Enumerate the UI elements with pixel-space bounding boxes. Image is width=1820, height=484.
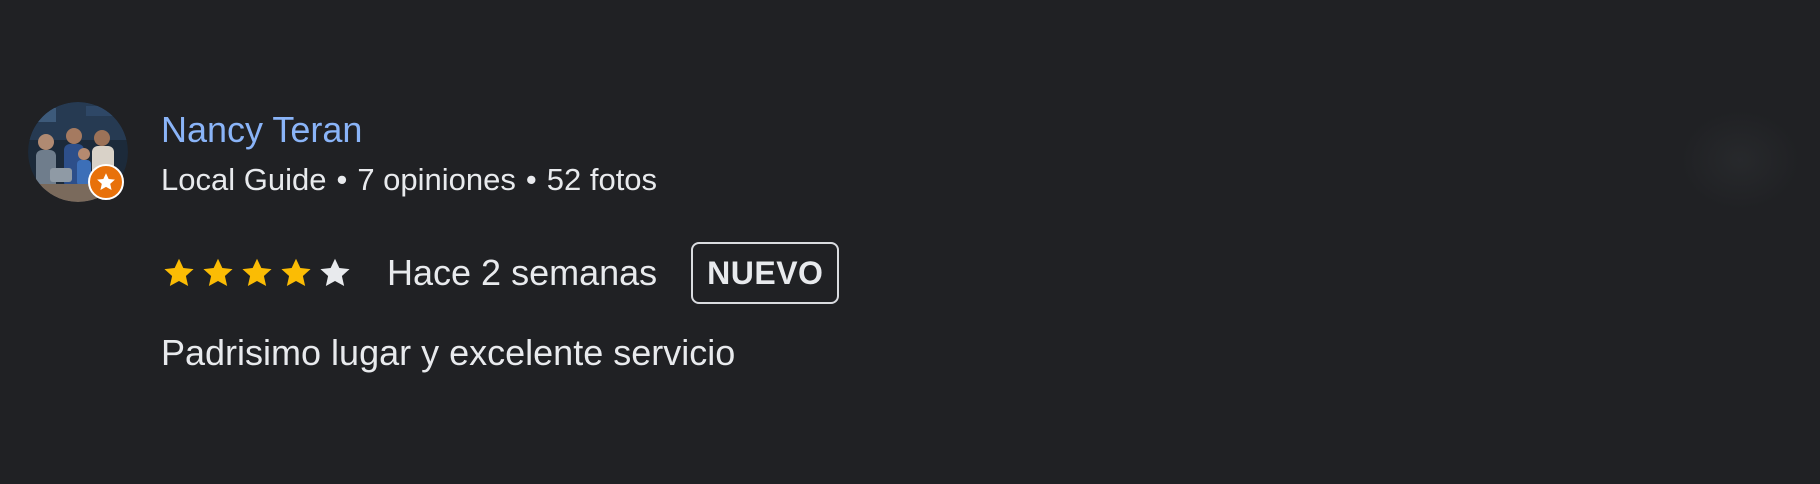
star-filled-icon (281, 258, 311, 287)
star-filled-icon (242, 258, 272, 287)
star-empty-icon (320, 258, 350, 287)
author-name[interactable]: Nancy Teran (161, 108, 362, 152)
hover-highlight (1680, 110, 1800, 210)
review-date: Hace 2 semanas (387, 252, 658, 293)
rating-row: Hace 2 semanas NUEVO (161, 240, 840, 306)
review-count: 7 opiniones (357, 162, 516, 197)
local-guide-label: Local Guide (161, 162, 327, 197)
review-text: Padrisimo lugar y excelente servicio (161, 332, 736, 373)
separator-dot: • (525, 162, 537, 197)
author-meta[interactable]: Local Guide • 7 opiniones • 52 fotos (161, 160, 657, 200)
new-badge: NUEVO (691, 242, 840, 304)
star-badge-icon (97, 173, 115, 190)
photo-count: 52 fotos (546, 162, 658, 197)
local-guide-badge (88, 164, 124, 200)
star-rating (161, 255, 353, 291)
separator-dot: • (336, 162, 348, 197)
review-card: Nancy Teran Local Guide • 7 opiniones • 52 f… (0, 0, 1820, 484)
author-avatar-link[interactable] (28, 102, 128, 202)
star-filled-icon (203, 258, 233, 287)
star-filled-icon (164, 258, 194, 287)
